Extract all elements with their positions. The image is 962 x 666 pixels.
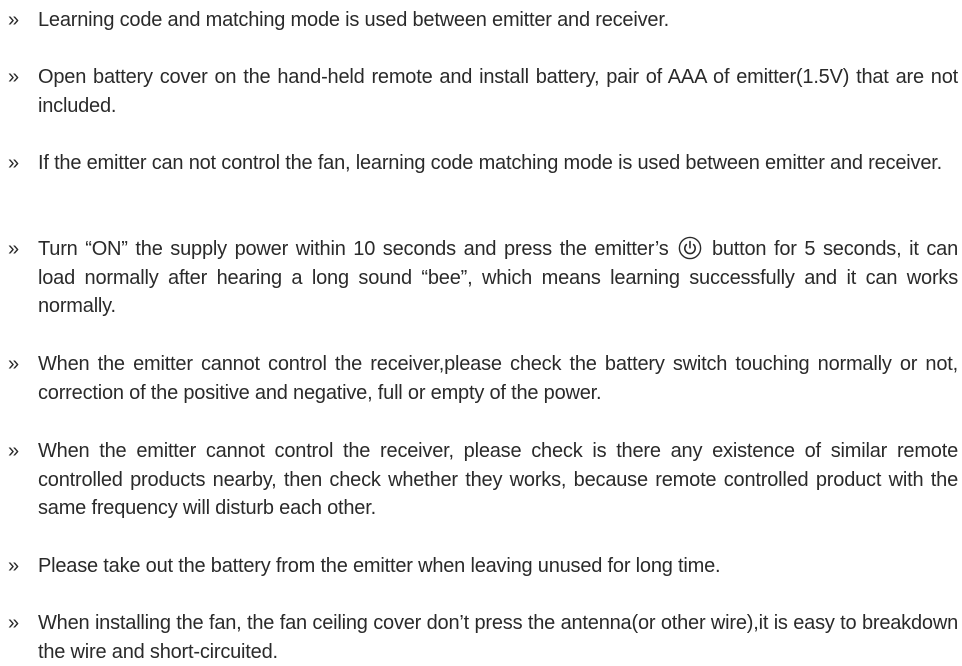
bullet-marker: » xyxy=(8,555,20,577)
bullet-marker: » xyxy=(8,440,20,462)
instruction-text: When the emitter cannot control the rece… xyxy=(38,353,958,404)
instruction-text: When the emitter cannot control the rece… xyxy=(38,440,958,519)
instruction-text-before-icon: Turn “ON” the supply power within 10 sec… xyxy=(38,238,669,260)
instruction-page: » Learning code and matching mode is use… xyxy=(0,0,962,663)
instruction-text: Please take out the battery from the emi… xyxy=(38,555,721,577)
bullet-marker: » xyxy=(8,612,20,634)
instruction-text: Turn “ON” the supply power within 10 sec… xyxy=(38,235,958,321)
bullet-marker: » xyxy=(8,353,20,375)
instruction-text: Open battery cover on the hand-held remo… xyxy=(38,66,958,117)
bullet-marker: » xyxy=(8,9,20,31)
instruction-text: If the emitter can not control the fan, … xyxy=(38,152,942,174)
bullet-marker: » xyxy=(8,152,20,174)
power-icon xyxy=(678,236,702,260)
bullet-marker: » xyxy=(8,238,20,260)
bullet-marker: » xyxy=(8,66,20,88)
instruction-text: Learning code and matching mode is used … xyxy=(38,9,670,31)
instruction-text: When installing the fan, the fan ceiling… xyxy=(38,612,958,663)
